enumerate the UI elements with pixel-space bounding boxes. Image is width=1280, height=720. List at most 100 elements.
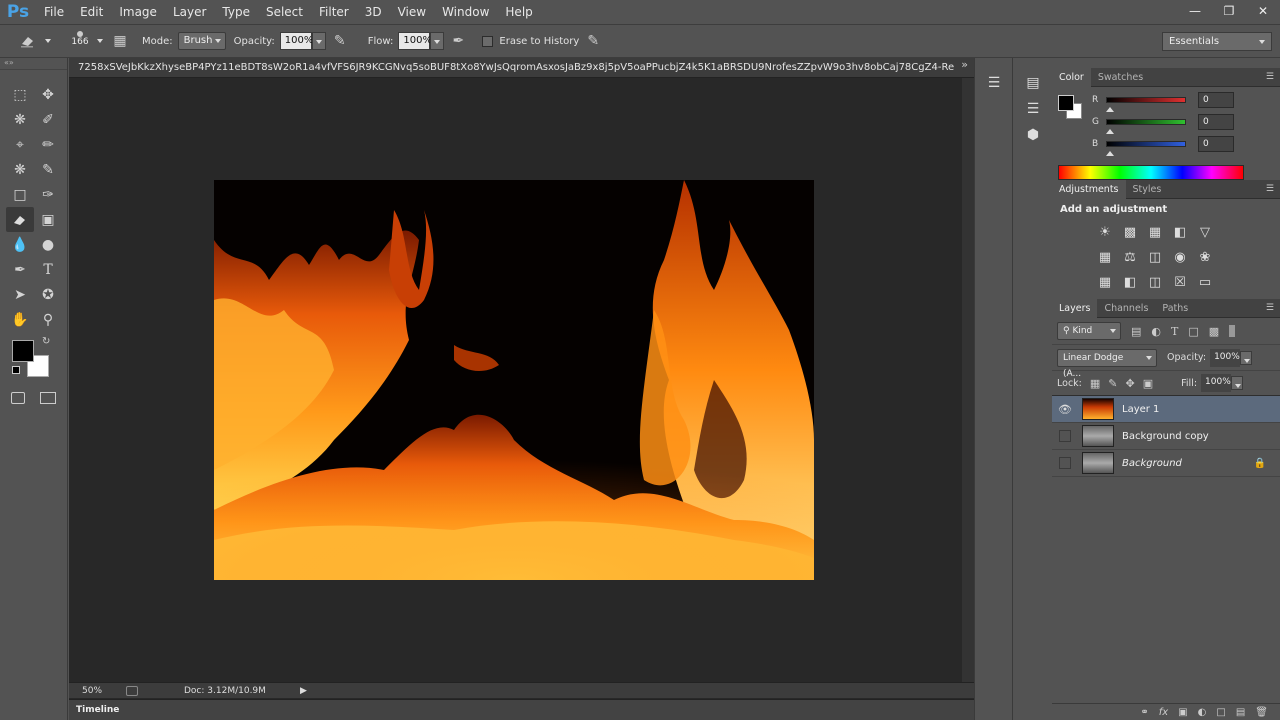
filter-pixel-icon[interactable]: ▤ [1131,325,1141,338]
fill-input[interactable]: 100% [1201,374,1232,392]
flow-input[interactable]: 100% [398,32,432,50]
color-lookup-icon[interactable]: ▦ [1094,271,1116,293]
visibility-toggle-off[interactable] [1059,430,1071,442]
black-white-icon[interactable]: ◫ [1144,246,1166,268]
brush-tool-icon[interactable]: ✎ [34,157,62,182]
brush-preset-picker[interactable]: 166 [66,29,94,53]
panel-menu-icon[interactable]: ☰ [1266,303,1274,313]
brightness-contrast-icon[interactable]: ☀ [1094,221,1116,243]
blur-tool-icon[interactable]: 💧 [6,232,34,257]
lasso-tool-icon[interactable]: ❋ [6,107,34,132]
quick-selection-tool-icon[interactable]: ✐ [34,107,62,132]
vibrance-icon[interactable]: ▽ [1194,221,1216,243]
tool-preset-dropdown[interactable] [42,32,56,50]
tab-color[interactable]: Color [1052,67,1091,87]
quick-mask-icon[interactable] [11,392,25,404]
type-tool-icon[interactable]: T [34,257,62,282]
filter-toggle-icon[interactable] [1229,325,1236,337]
tab-adjustments[interactable]: Adjustments [1052,179,1126,199]
menu-select[interactable]: Select [258,0,311,24]
brush-panel-toggle-icon[interactable]: ▦ [110,31,130,51]
lock-all-icon[interactable]: ▣ [1143,377,1153,390]
layer-opacity-dropdown[interactable] [1240,350,1253,365]
panel-menu-icon[interactable]: ☰ [1266,72,1274,82]
exposure-icon[interactable]: ◧ [1169,221,1191,243]
filter-shape-icon[interactable]: □ [1188,325,1198,338]
menu-help[interactable]: Help [497,0,540,24]
swap-colors-icon[interactable]: ↻ [42,336,50,347]
eyedropper-tool-icon[interactable]: ✏ [34,132,62,157]
character-panel-icon[interactable]: ▤ [1014,70,1052,96]
opacity-input[interactable]: 100% [279,32,313,50]
move-tool-icon[interactable]: ✥ [34,82,62,107]
posterize-icon[interactable]: ◫ [1144,271,1166,293]
zoom-tool-icon[interactable]: ⚲ [34,307,62,332]
opacity-dropdown[interactable] [311,32,326,50]
channel-mixer-icon[interactable]: ❀ [1194,246,1216,268]
green-value[interactable]: 0 [1198,114,1234,130]
layer-row[interactable]: Background 🔒 [1052,450,1280,477]
menu-window[interactable]: Window [434,0,497,24]
hand-tool-icon[interactable]: ✋ [6,307,34,332]
pressure-size-icon[interactable]: ✎ [583,31,603,51]
curves-icon[interactable]: ▦ [1144,221,1166,243]
panel-menu-icon[interactable]: ☰ [1266,184,1274,194]
marquee-tool-icon[interactable]: ⬚ [6,82,34,107]
erase-to-history-checkbox[interactable] [482,35,494,47]
canvas-image[interactable] [214,180,814,580]
tab-styles[interactable]: Styles [1126,180,1169,199]
link-layers-icon[interactable]: ⚭ [1140,707,1148,718]
layer-name[interactable]: Layer 1 [1122,404,1159,415]
menu-type[interactable]: Type [214,0,258,24]
timeline-panel-tab[interactable]: Timeline [69,699,974,720]
pressure-opacity-icon[interactable]: ✎ [330,31,350,51]
menu-image[interactable]: Image [111,0,165,24]
vertical-scrollbar[interactable] [962,78,974,685]
new-group-icon[interactable]: □ [1216,707,1225,718]
lock-position-icon[interactable]: ✥ [1126,377,1135,390]
gradient-map-icon[interactable]: ▭ [1194,271,1216,293]
color-balance-icon[interactable]: ⚖ [1119,246,1141,268]
photo-filter-icon[interactable]: ◉ [1169,246,1191,268]
toolbar-collapse-icon[interactable]: «» [0,58,67,70]
new-adjustment-layer-icon[interactable]: ◐ [1198,707,1207,718]
foreground-color-swatch[interactable] [12,340,34,362]
filter-type-icon[interactable]: T [1171,325,1178,338]
layer-name[interactable]: Background copy [1122,431,1209,442]
crop-tool-icon[interactable]: ⌖ [6,132,34,157]
visibility-eye-icon[interactable]: 👁 [1052,403,1078,416]
airbrush-icon[interactable]: ✒ [448,31,468,51]
more-tabs-icon[interactable]: » [961,58,968,71]
menu-file[interactable]: File [36,0,72,24]
layer-opacity-input[interactable]: 100% [1210,348,1241,367]
history-brush-tool-icon[interactable]: ✑ [34,182,62,207]
blue-value[interactable]: 0 [1198,136,1234,152]
red-slider[interactable] [1106,97,1186,103]
filter-adjustment-icon[interactable]: ◐ [1151,325,1161,338]
document-tab[interactable]: 7258xSVeJbKkzXhyseBP4PYz11eBDT8sW2oR1a4v… [69,58,974,78]
menu-3d[interactable]: 3D [357,0,390,24]
add-mask-icon[interactable]: ▣ [1178,707,1187,718]
dodge-tool-icon[interactable]: ● [34,232,62,257]
threshold-icon[interactable]: ☒ [1169,271,1191,293]
invert-icon[interactable]: ◧ [1119,271,1141,293]
menu-filter[interactable]: Filter [311,0,357,24]
gradient-tool-icon[interactable]: ▣ [34,207,62,232]
pen-tool-icon[interactable]: ✒ [6,257,34,282]
levels-icon[interactable]: ▩ [1119,221,1141,243]
eraser-tool-icon[interactable] [18,31,38,51]
hue-saturation-icon[interactable]: ▦ [1094,246,1116,268]
close-button[interactable]: ✕ [1246,0,1280,22]
visibility-toggle-off[interactable] [1059,457,1071,469]
default-colors-icon[interactable] [12,366,20,374]
menu-layer[interactable]: Layer [165,0,214,24]
green-slider[interactable] [1106,119,1186,125]
mode-select[interactable]: Brush [177,32,226,50]
lock-image-icon[interactable]: ✎ [1108,377,1117,390]
shape-tool-icon[interactable]: ✪ [34,282,62,307]
path-selection-tool-icon[interactable]: ➤ [6,282,34,307]
tab-paths[interactable]: Paths [1155,299,1195,318]
healing-brush-tool-icon[interactable]: ❋ [6,157,34,182]
3d-panel-icon[interactable]: ⬢ [1014,122,1052,148]
layer-filter-kind-select[interactable]: ⚲ Kind [1057,322,1121,340]
